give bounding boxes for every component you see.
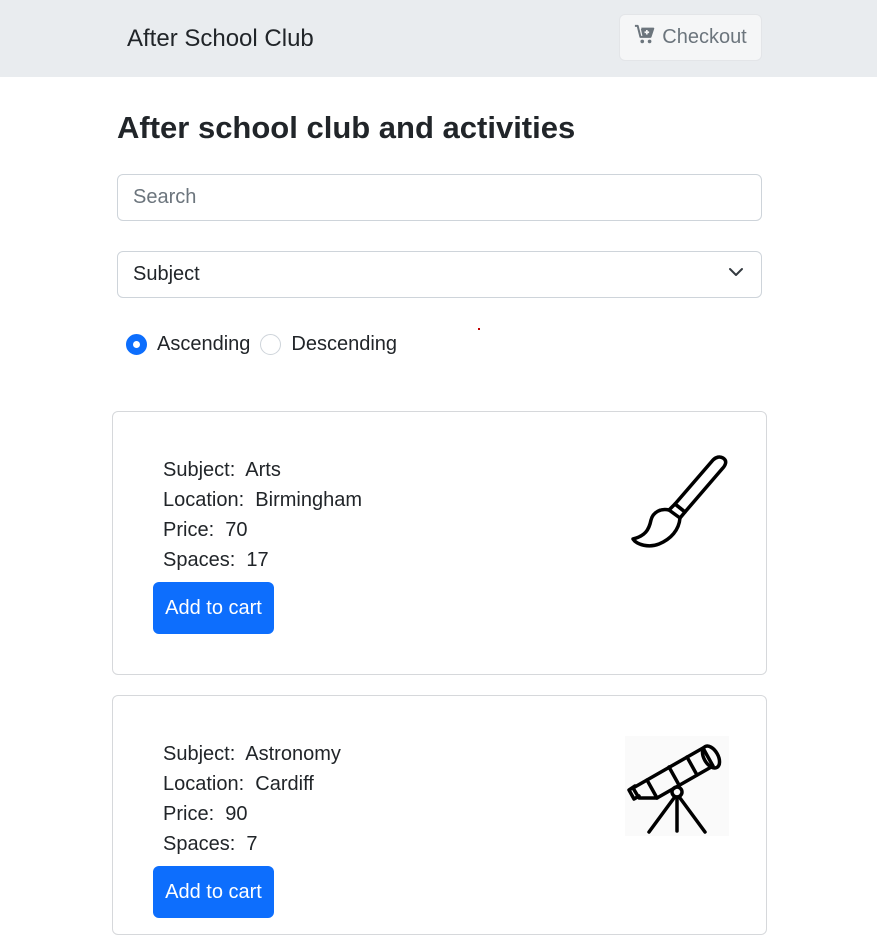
- price-value: 90: [225, 803, 248, 825]
- subject-label: Subject:: [163, 459, 236, 481]
- lesson-card: Subject: Astronomy Location: Cardiff Pri…: [112, 695, 767, 935]
- cart-plus-icon: [634, 24, 656, 52]
- sort-order-group: Ascending Descending: [126, 330, 397, 358]
- spaces-line: Spaces: 17: [163, 545, 362, 575]
- spaces-label: Spaces:: [163, 833, 236, 855]
- telescope-icon: [625, 736, 729, 836]
- location-value: Birmingham: [255, 489, 362, 511]
- spaces-line: Spaces: 7: [163, 829, 341, 859]
- descending-label: Descending: [291, 332, 398, 355]
- ascending-radio-circle[interactable]: [126, 333, 147, 355]
- add-to-cart-button[interactable]: Add to cart: [153, 582, 274, 634]
- location-line: Location: Birmingham: [163, 485, 362, 515]
- subject-select-value: Subject: [133, 263, 200, 285]
- location-line: Location: Cardiff: [163, 769, 341, 799]
- subject-select[interactable]: Subject: [117, 251, 762, 298]
- spaces-value: 17: [246, 549, 269, 571]
- price-label: Price:: [163, 803, 215, 825]
- descending-radio-circle[interactable]: [260, 333, 282, 355]
- lesson-info: Subject: Arts Location: Birmingham Price…: [163, 455, 362, 575]
- price-value: 70: [225, 519, 248, 541]
- price-label: Price:: [163, 519, 215, 541]
- lesson-card: Subject: Arts Location: Birmingham Price…: [112, 411, 767, 675]
- checkout-label: Checkout: [662, 26, 747, 48]
- descending-radio[interactable]: Descending: [260, 333, 397, 356]
- ascending-radio[interactable]: Ascending: [126, 333, 250, 356]
- lesson-info: Subject: Astronomy Location: Cardiff Pri…: [163, 739, 341, 859]
- stray-dot: [478, 328, 480, 330]
- checkout-button[interactable]: Checkout: [619, 14, 762, 61]
- price-line: Price: 90: [163, 799, 341, 829]
- location-label: Location:: [163, 773, 245, 795]
- page-title: After school club and activities: [117, 110, 576, 145]
- add-to-cart-button[interactable]: Add to cart: [153, 866, 274, 918]
- subject-label: Subject:: [163, 743, 236, 765]
- subject-line: Subject: Astronomy: [163, 739, 341, 769]
- price-line: Price: 70: [163, 515, 362, 545]
- chevron-down-icon: [728, 263, 746, 286]
- subject-value: Arts: [245, 459, 281, 481]
- brand-title[interactable]: After School Club: [127, 24, 314, 54]
- spaces-value: 7: [246, 833, 258, 855]
- ascending-label: Ascending: [157, 332, 251, 355]
- spaces-label: Spaces:: [163, 549, 236, 571]
- search-input[interactable]: [117, 174, 762, 221]
- subject-line: Subject: Arts: [163, 455, 362, 485]
- subject-value: Astronomy: [245, 743, 341, 765]
- location-value: Cardiff: [255, 773, 314, 795]
- navbar: After School Club Checkout: [0, 0, 877, 77]
- paintbrush-icon: [625, 452, 729, 552]
- location-label: Location:: [163, 489, 245, 511]
